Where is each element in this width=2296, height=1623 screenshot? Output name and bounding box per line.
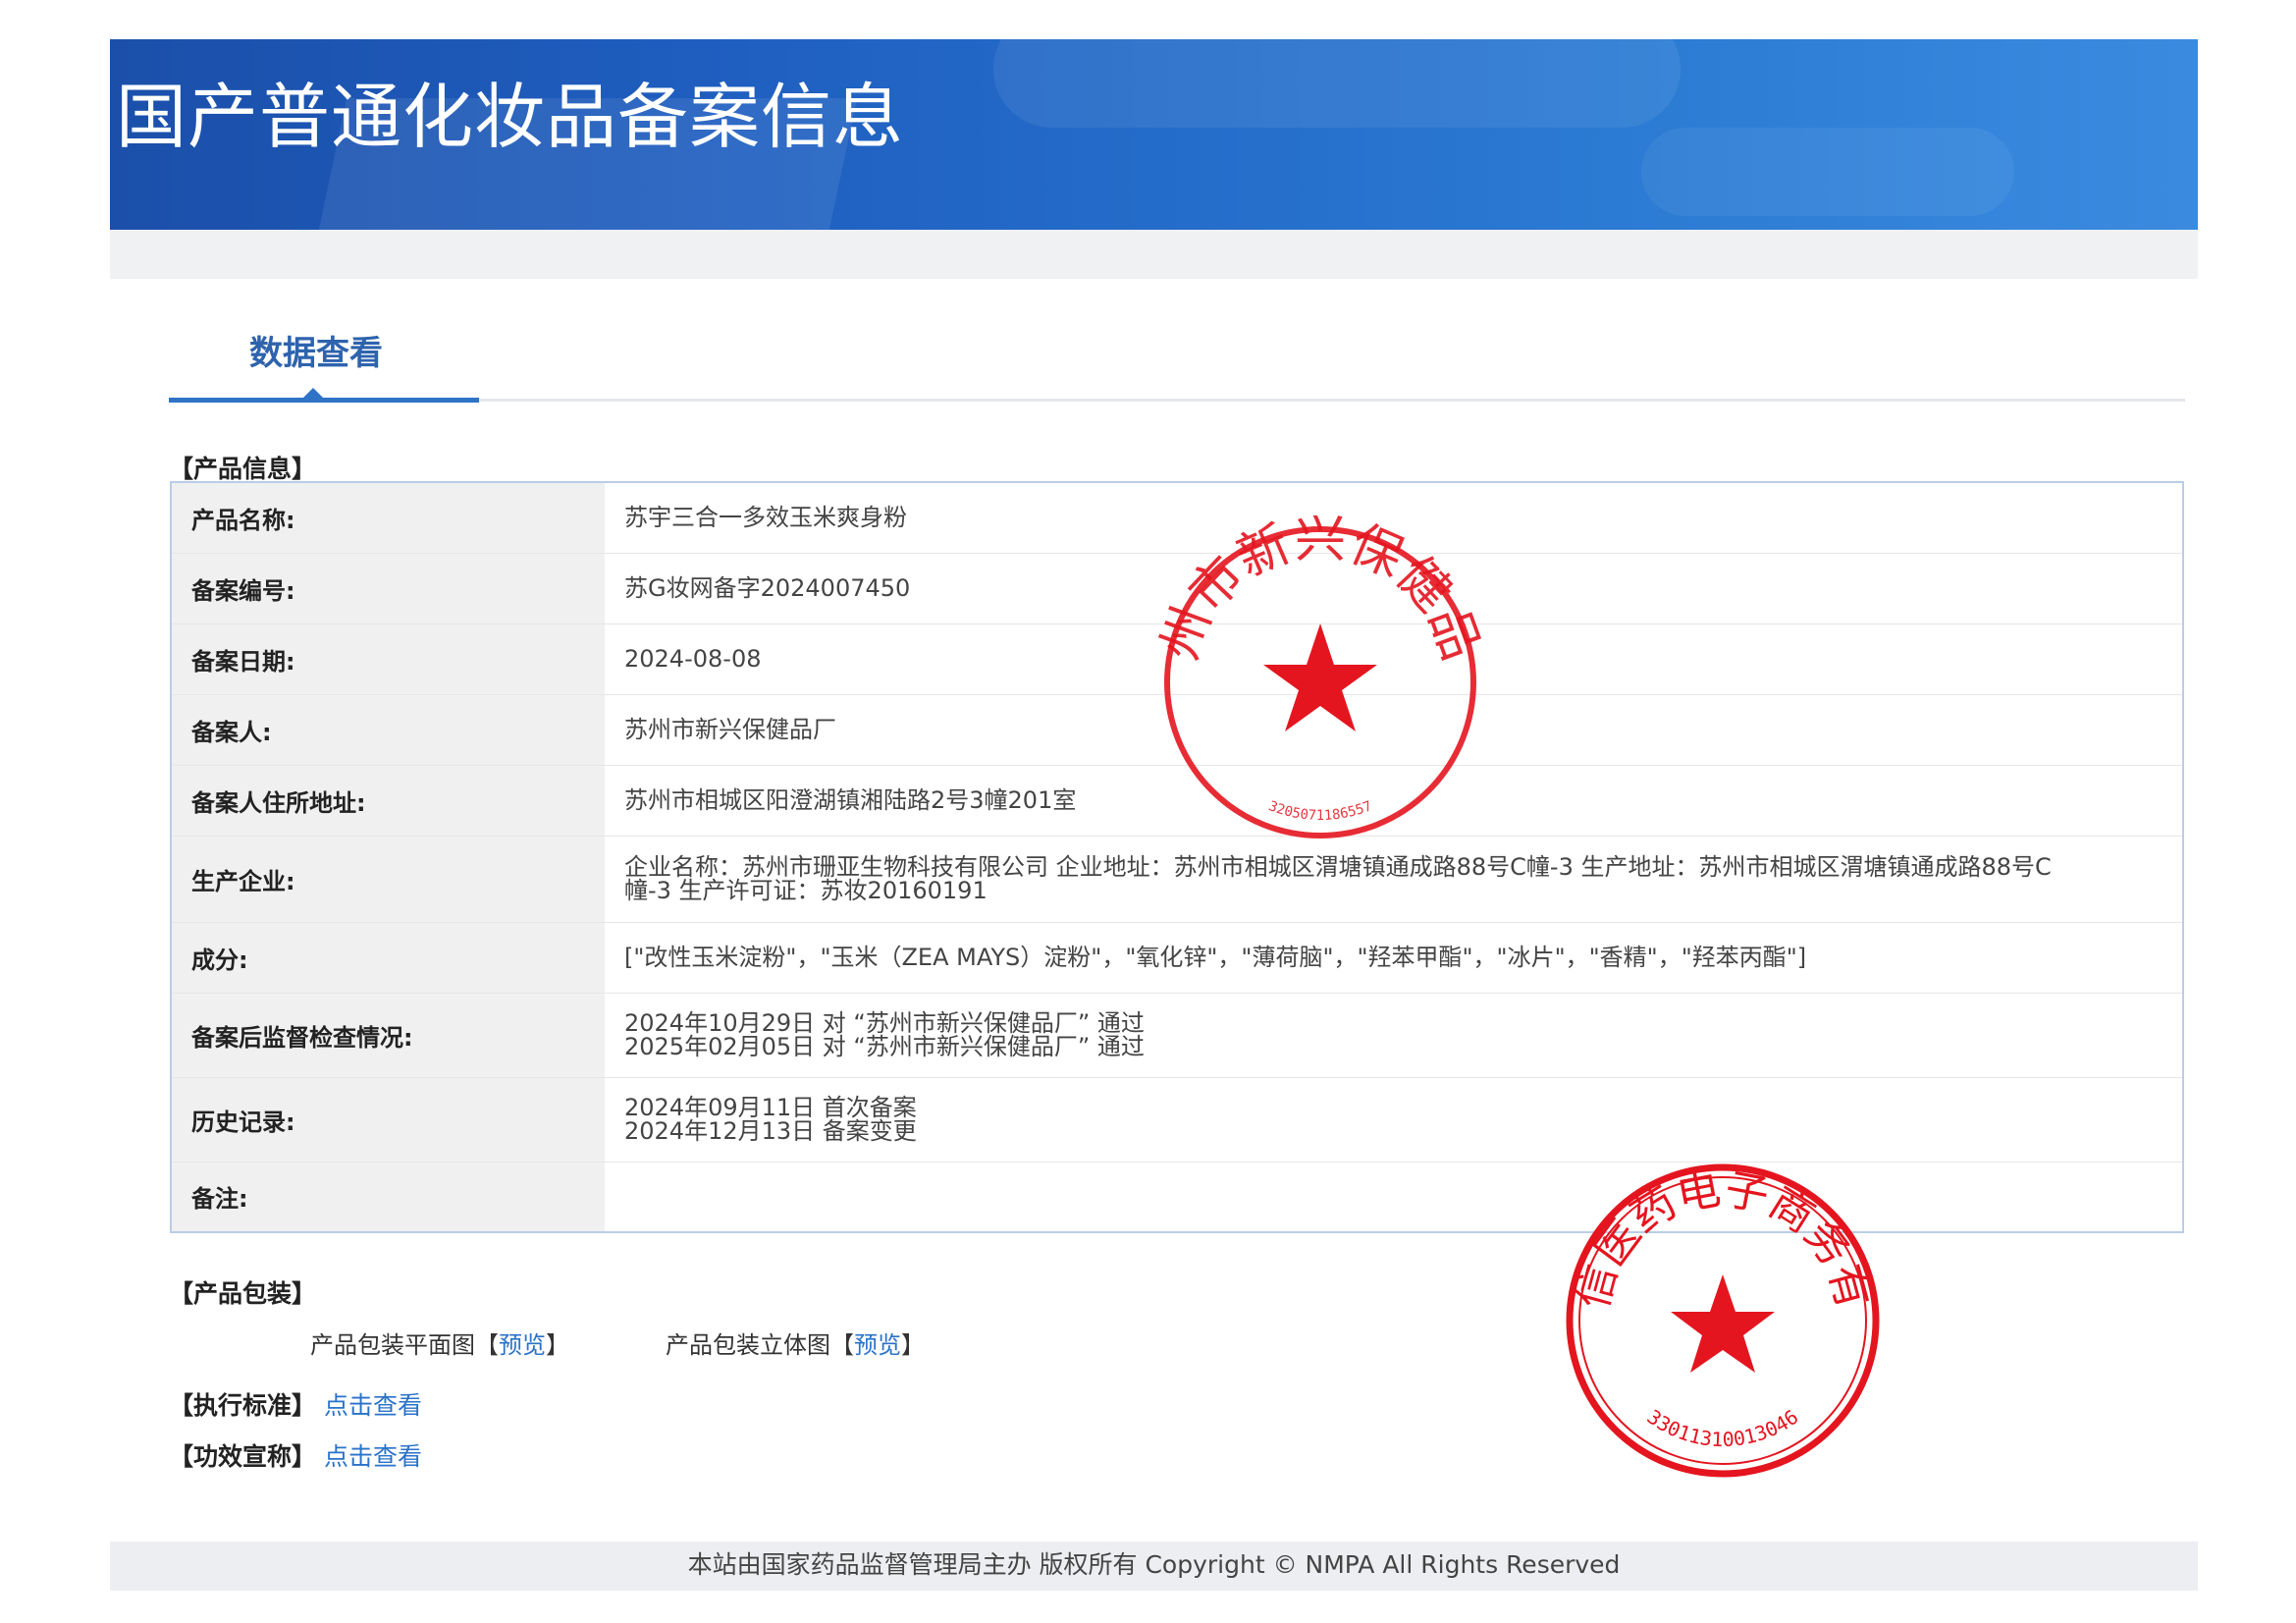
field-label: 历史记录: [171,1077,605,1163]
inspection-line: 2025年02月05日 对 “苏州市新兴保健品厂” 通过 [624,1033,1145,1060]
header-divider [110,230,2198,279]
table-row: 历史记录: 2024年09月11日 首次备案 2024年12月13日 备案变更 [171,1077,2183,1163]
package-solid: 产品包装立体图【预览】 [666,1331,925,1359]
package-flat: 产品包装平面图【预览】 [310,1331,569,1359]
efficacy-row: 【功效宣称】 点击查看 [169,1437,422,1473]
field-label: 备案后监督检查情况: [171,993,605,1078]
field-label: 备案人: [171,694,605,766]
page-title: 国产普通化妆品备案信息 [116,76,905,158]
history-line: 2024年12月13日 备案变更 [624,1117,917,1145]
standard-view-link[interactable]: 点击查看 [324,1391,422,1420]
header-banner: 国产普通化妆品备案信息 [110,39,2198,230]
package-flat-label: 产品包装平面图 [310,1331,475,1359]
tab-active-indicator [169,398,479,403]
field-label: 备案编号: [171,553,605,624]
table-row: 成分: ["改性玉米淀粉"，"玉米（ZEA MAYS）淀粉"，"氧化锌"，"薄荷… [171,922,2183,994]
efficacy-view-link[interactable]: 点击查看 [324,1442,422,1471]
section-title-product-info: 【产品信息】 [169,455,317,483]
field-label: 备注: [171,1162,605,1233]
package-flat-preview-link[interactable]: 预览 [499,1331,546,1359]
efficacy-label: 【功效宣称】 [169,1442,317,1471]
svg-text:3205071186557: 3205071186557 [1266,798,1374,824]
field-label: 成分: [171,922,605,994]
field-label: 生产企业: [171,836,605,923]
package-solid-preview-link[interactable]: 预览 [854,1331,901,1359]
inspection-line: 2024年10月29日 对 “苏州市新兴保健品厂” 通过 [624,1009,1145,1037]
standard-label: 【执行标准】 [169,1391,317,1420]
field-label: 备案日期: [171,623,605,695]
field-value: 2024年09月11日 首次备案 2024年12月13日 备案变更 [605,1077,2183,1163]
field-value: 2024年10月29日 对 “苏州市新兴保健品厂” 通过 2025年02月05日… [605,993,2183,1078]
table-row: 备案后监督检查情况: 2024年10月29日 对 “苏州市新兴保健品厂” 通过 … [171,993,2183,1078]
history-line: 2024年09月11日 首次备案 [624,1094,917,1121]
section-title-product-package: 【产品包装】 [169,1279,317,1308]
standard-row: 【执行标准】 点击查看 [169,1386,422,1422]
company-seal-icon: 苏州凯信医药电子商务有限公司 33011310013046 [1561,1159,1880,1478]
field-value: ["改性玉米淀粉"，"玉米（ZEA MAYS）淀粉"，"氧化锌"，"薄荷脑"，"… [605,922,2183,994]
field-label: 产品名称: [171,482,605,554]
field-label: 备案人住所地址: [171,765,605,837]
svg-text:33011310013046: 33011310013046 [1643,1405,1803,1451]
footer-copyright: 本站由国家药品监督管理局主办 版权所有 Copyright © NMPA All… [687,1550,1621,1579]
field-value [605,1162,2183,1233]
package-solid-label: 产品包装立体图 [666,1331,830,1359]
tab-data-view[interactable]: 数据查看 [249,326,383,374]
tab-caret-icon [302,388,324,399]
seal-stamp-icon: 苏州市新兴保健品厂 3205071186557 [1153,515,1487,839]
